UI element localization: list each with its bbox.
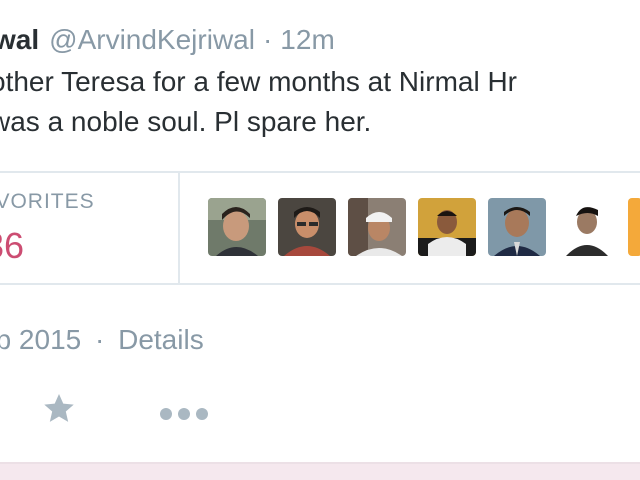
reply-area-band	[0, 462, 640, 480]
tweet-actions	[0, 390, 640, 440]
favorite-button[interactable]	[40, 390, 78, 433]
tweet-detail-page: wal @ArvindKejriwal · 12m other Teresa for …	[0, 0, 640, 480]
avatar[interactable]	[418, 198, 476, 256]
more-button[interactable]	[158, 404, 210, 429]
stats-divider-vertical	[178, 172, 180, 284]
star-icon	[40, 393, 78, 432]
stats-divider-bottom	[0, 283, 640, 285]
details-link[interactable]: Details	[118, 324, 204, 355]
tweet-text-line: other Teresa for a few months at Nirmal …	[0, 66, 518, 97]
author-handle[interactable]: @ArvindKejriwal	[49, 24, 255, 55]
tweet-date: eb 2015	[0, 324, 82, 355]
tweet-header: wal @ArvindKejriwal · 12m	[0, 22, 335, 58]
tweet-text: other Teresa for a few months at Nirmal …	[0, 62, 640, 142]
tweet-timestamp[interactable]: 12m	[280, 24, 334, 55]
more-icon	[158, 408, 210, 428]
stats-divider-top	[0, 171, 640, 173]
avatar[interactable]	[208, 198, 266, 256]
favorites-count[interactable]: 36	[0, 224, 24, 268]
tweet-text-line: was a noble soul. Pl spare her.	[0, 106, 372, 137]
avatar[interactable]	[558, 198, 616, 256]
favorites-label[interactable]: AVORITES	[0, 190, 95, 214]
header-separator: ·	[262, 24, 273, 55]
date-separator: ·	[95, 324, 105, 355]
author-name[interactable]: wal	[0, 24, 39, 55]
avatar[interactable]	[278, 198, 336, 256]
avatar[interactable]	[348, 198, 406, 256]
avatar[interactable]	[488, 198, 546, 256]
tweet-date-line: eb 2015 · Details	[0, 322, 204, 358]
avatar[interactable]	[628, 198, 640, 256]
